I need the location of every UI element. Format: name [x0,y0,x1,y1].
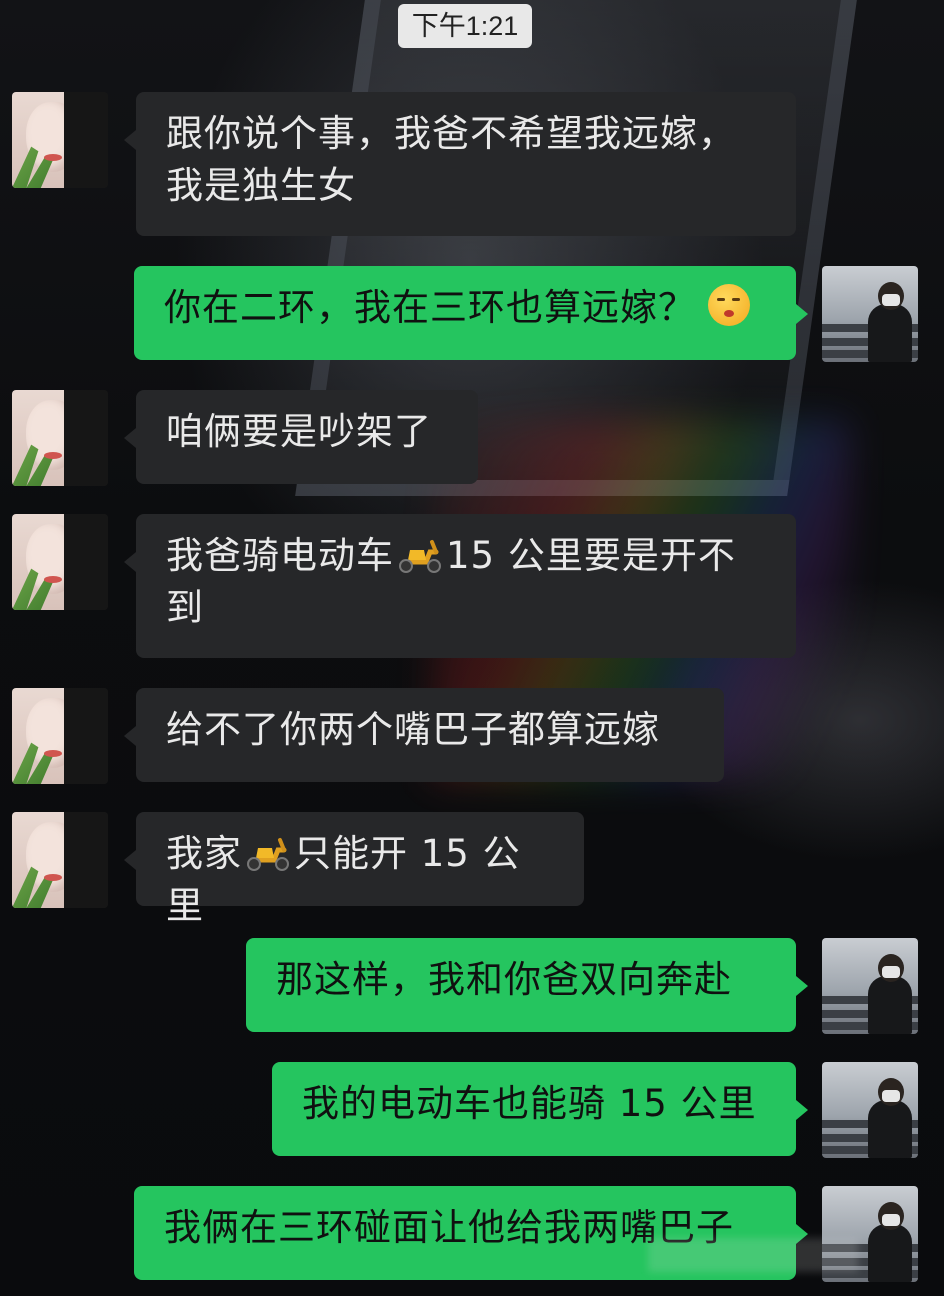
message-text: 给不了你两个嘴巴子都算远嫁 [166,708,660,751]
received-message-bubble[interactable]: 我家 只能开 15 公里 [124,812,584,927]
contact-avatar[interactable] [12,92,108,188]
received-message-bubble[interactable]: 给不了你两个嘴巴子都算远嫁 [124,688,724,782]
message-timestamp: 下午1:21 [398,4,532,48]
chat-screen: 下午1:21 跟你说个事，我爸不希望我远嫁， 我是独生女 你在二环，我在三环也算… [0,0,944,1296]
watermark-blur [648,1238,858,1272]
message-text-line: 我是独生女 [166,164,356,207]
scooter-icon [399,540,441,573]
contact-avatar[interactable] [12,688,108,784]
scooter-icon [247,838,289,871]
message-text: 你在二环，我在三环也算远嫁？ [164,286,696,329]
received-message-bubble[interactable]: 跟你说个事，我爸不希望我远嫁， 我是独生女 [124,92,796,236]
sent-message-bubble[interactable]: 你在二环，我在三环也算远嫁？ [134,266,808,360]
sent-message-bubble[interactable]: 我的电动车也能骑 15 公里 [272,1062,808,1156]
message-text: 那这样，我和你爸双向奔赴 [276,958,732,1001]
sent-message-bubble[interactable]: 那这样，我和你爸双向奔赴 [246,938,808,1032]
received-message-bubble[interactable]: 我爸骑电动车 15 公里要是开不 到 [124,514,796,658]
contact-avatar[interactable] [12,514,108,610]
message-text-line: 跟你说个事，我爸不希望我远嫁， [166,112,736,155]
my-avatar[interactable] [822,266,918,362]
contact-avatar[interactable] [12,812,108,908]
message-text-line: 我爸骑电动车 15 公里要是开不 [166,534,736,577]
my-avatar[interactable] [822,1062,918,1158]
message-text-line: 到 [166,586,204,629]
received-message-bubble[interactable]: 咱俩要是吵架了 [124,390,478,484]
shushing-face-icon [708,284,750,326]
message-text: 咱俩要是吵架了 [166,410,432,453]
contact-avatar[interactable] [12,390,108,486]
message-text: 我的电动车也能骑 15 公里 [302,1082,757,1125]
my-avatar[interactable] [822,938,918,1034]
